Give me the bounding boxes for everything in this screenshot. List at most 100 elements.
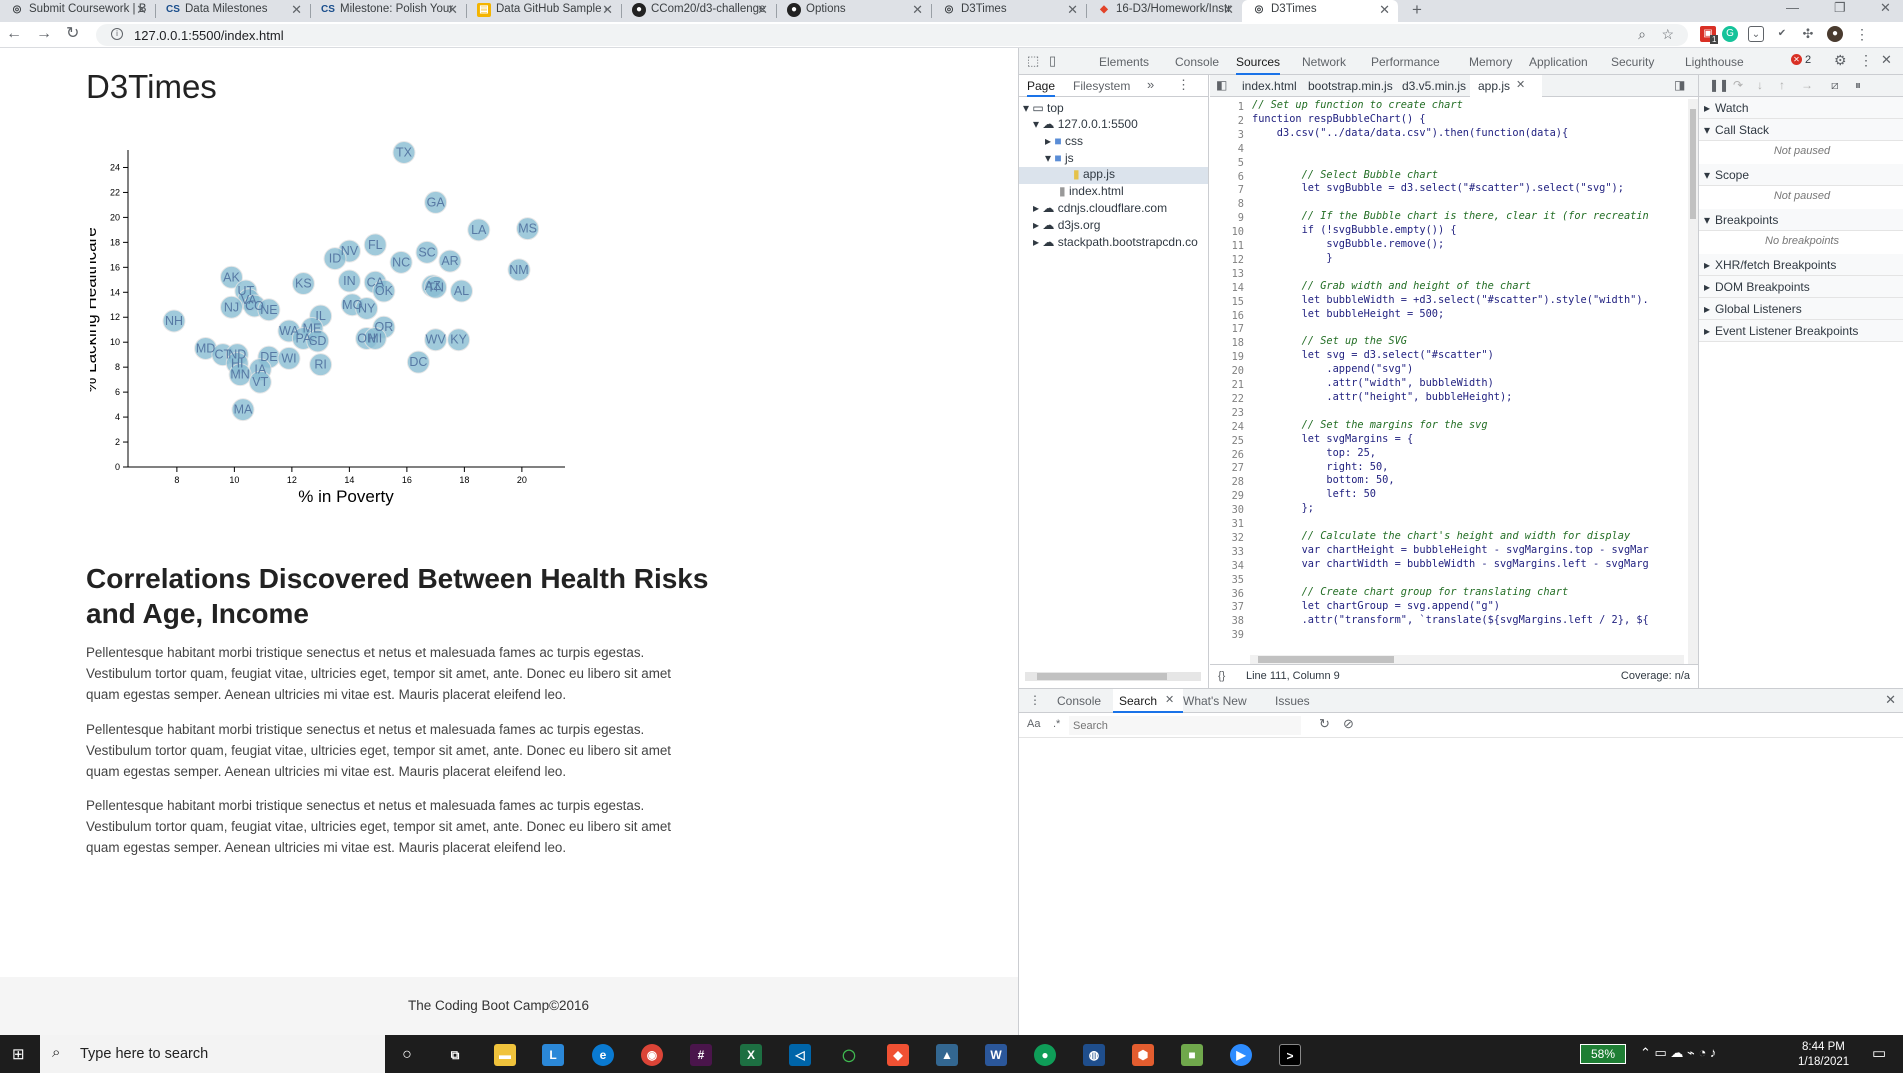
app-icon[interactable]: ◍ xyxy=(1083,1044,1105,1066)
close-drawer-icon[interactable]: ✕ xyxy=(1885,692,1896,708)
devtools-tab-memory[interactable]: Memory xyxy=(1469,48,1512,75)
editor-tab-bootstrap[interactable]: bootstrap.min.js xyxy=(1308,79,1393,93)
new-tab-button[interactable]: + xyxy=(1412,0,1422,20)
step-into-icon[interactable]: ↓ xyxy=(1757,78,1763,92)
line-number[interactable]: 5 xyxy=(1238,157,1244,169)
line-number[interactable]: 9 xyxy=(1238,212,1244,224)
line-number[interactable]: 13 xyxy=(1232,268,1244,280)
word-icon[interactable]: W xyxy=(985,1044,1007,1066)
regex-toggle[interactable]: .* xyxy=(1053,718,1060,730)
close-window-icon[interactable]: ✕ xyxy=(1880,0,1891,16)
browser-tab-active[interactable]: ◎ D3Times ✕ xyxy=(1242,0,1398,22)
omnibox[interactable]: i 127.0.0.1:5500/index.html ⌕ ☆ xyxy=(96,24,1688,46)
postgres-icon[interactable]: ▲ xyxy=(936,1044,958,1066)
section-breakpoints[interactable]: ▾ Breakpoints xyxy=(1699,209,1903,231)
tree-item-bootstrapcdn[interactable]: ▸ ☁ stackpath.bootstrapcdn.co xyxy=(1033,235,1209,249)
battery-meter[interactable]: 58% xyxy=(1580,1044,1626,1064)
pause-icon[interactable]: ❚❚ xyxy=(1709,78,1729,92)
line-number[interactable]: 19 xyxy=(1232,351,1244,363)
line-number[interactable]: 3 xyxy=(1238,129,1244,141)
browser-tab[interactable]: CS Milestone: Polish Your ✕ xyxy=(311,0,466,22)
navigator-tab-filesystem[interactable]: Filesystem xyxy=(1073,79,1130,93)
drawer-tab-whats-new[interactable]: What's New xyxy=(1183,694,1247,708)
line-number[interactable]: 2 xyxy=(1238,115,1244,127)
line-number[interactable]: 11 xyxy=(1232,240,1244,252)
devtools-tab-lighthouse[interactable]: Lighthouse xyxy=(1685,48,1744,75)
browser-tab[interactable]: ● CCom20/d3-challenge ✕ xyxy=(622,0,776,22)
line-number[interactable]: 26 xyxy=(1232,449,1244,461)
back-icon[interactable]: ← xyxy=(6,26,22,42)
tree-item-top[interactable]: ▾ ▭ top xyxy=(1023,101,1064,115)
step-out-icon[interactable]: ↑ xyxy=(1779,78,1785,92)
tree-item-js[interactable]: ▾ ■ js xyxy=(1045,151,1074,165)
notification-icon[interactable]: ▭ xyxy=(1872,1044,1886,1062)
section-event-listeners[interactable]: ▸ Event Listener Breakpoints xyxy=(1699,320,1903,342)
deactivate-breakpoints-icon[interactable]: ⧄ xyxy=(1831,78,1839,93)
line-number[interactable]: 33 xyxy=(1232,546,1244,558)
more-tabs-icon[interactable]: » xyxy=(1147,77,1154,92)
line-number[interactable]: 16 xyxy=(1232,310,1244,322)
edge-icon[interactable]: e xyxy=(592,1044,614,1066)
check-icon[interactable]: ✔ xyxy=(1774,26,1790,42)
section-watch[interactable]: ▸ Watch xyxy=(1699,97,1903,119)
line-number[interactable]: 25 xyxy=(1232,435,1244,447)
vertical-scrollbar[interactable] xyxy=(1688,99,1698,664)
line-number[interactable]: 34 xyxy=(1232,560,1244,572)
drawer-tab-console[interactable]: Console xyxy=(1057,694,1101,708)
line-number[interactable]: 6 xyxy=(1238,171,1244,183)
section-dom[interactable]: ▸ DOM Breakpoints xyxy=(1699,276,1903,298)
zoom-icon[interactable]: ⌕ xyxy=(1638,26,1646,43)
devtools-tab-application[interactable]: Application xyxy=(1529,48,1588,75)
clock-date[interactable]: 1/18/2021 xyxy=(1798,1056,1849,1068)
line-number[interactable]: 20 xyxy=(1232,365,1244,377)
line-number[interactable]: 39 xyxy=(1232,629,1244,641)
editor-tab-d3[interactable]: d3.v5.min.js xyxy=(1402,79,1466,93)
puzzle-icon[interactable]: ✣ xyxy=(1800,26,1816,42)
app-icon[interactable]: ⬢ xyxy=(1132,1044,1154,1066)
windows-start-icon[interactable]: ⊞ xyxy=(12,1045,25,1063)
close-icon[interactable]: ✕ xyxy=(912,2,923,18)
tree-item-appjs[interactable]: ▮ app.js xyxy=(1019,167,1208,184)
line-number[interactable]: 29 xyxy=(1232,490,1244,502)
devtools-tab-sources[interactable]: Sources xyxy=(1236,48,1281,75)
settings-icon[interactable]: ⚙ xyxy=(1834,52,1847,69)
zoom-app-icon[interactable]: ▶ xyxy=(1230,1044,1252,1066)
tree-item-cdnjs[interactable]: ▸ ☁ cdnjs.cloudflare.com xyxy=(1033,201,1167,215)
code-content[interactable]: // Set up function to create chart functi… xyxy=(1252,99,1692,664)
info-icon[interactable]: i xyxy=(111,28,123,40)
line-number[interactable]: 22 xyxy=(1232,393,1244,405)
git-icon[interactable]: ◆ xyxy=(887,1044,909,1066)
url-text[interactable]: 127.0.0.1:5500/index.html xyxy=(134,28,284,43)
menu-icon[interactable]: ⋮ xyxy=(1854,26,1870,42)
error-icon[interactable]: ✕ xyxy=(1791,54,1802,65)
search-input[interactable] xyxy=(1069,716,1301,735)
close-icon[interactable]: ✕ xyxy=(1067,2,1078,18)
more-icon[interactable]: ⋮ xyxy=(1177,77,1190,93)
app-l-icon[interactable]: L xyxy=(542,1044,564,1066)
horizontal-scrollbar[interactable] xyxy=(1250,655,1684,664)
pretty-print-icon[interactable]: {} xyxy=(1218,670,1225,682)
line-number[interactable]: 23 xyxy=(1232,407,1244,419)
devtools-tab-security[interactable]: Security xyxy=(1611,48,1654,75)
line-number[interactable]: 8 xyxy=(1238,198,1244,210)
close-devtools-icon[interactable]: ✕ xyxy=(1881,52,1892,68)
chrome-icon[interactable]: ◉ xyxy=(641,1044,663,1066)
section-global-listeners[interactable]: ▸ Global Listeners xyxy=(1699,298,1903,320)
device-icon[interactable]: ▯ xyxy=(1049,53,1056,69)
line-number[interactable]: 4 xyxy=(1238,143,1244,155)
line-number[interactable]: 15 xyxy=(1232,296,1244,308)
close-icon[interactable]: ✕ xyxy=(757,2,768,18)
line-number[interactable]: 14 xyxy=(1232,282,1244,294)
match-case-toggle[interactable]: Aa xyxy=(1027,718,1040,730)
devtools-tab-console[interactable]: Console xyxy=(1175,48,1219,75)
line-number[interactable]: 37 xyxy=(1232,601,1244,613)
forward-icon[interactable]: → xyxy=(36,26,52,42)
browser-tab[interactable]: ▤ Data GitHub Sample - ✕ xyxy=(467,0,621,22)
more-icon[interactable]: ⋮ xyxy=(1859,52,1873,69)
close-icon[interactable]: ✕ xyxy=(136,2,147,18)
browser-tab[interactable]: CS Data Milestones ✕ xyxy=(156,0,310,22)
line-number[interactable]: 31 xyxy=(1232,518,1244,530)
clock-time[interactable]: 8:44 PM xyxy=(1802,1041,1845,1053)
browser-tab[interactable]: ◎ D3Times ✕ xyxy=(932,0,1086,22)
toggle-navigator-icon[interactable]: ◧ xyxy=(1216,78,1227,92)
